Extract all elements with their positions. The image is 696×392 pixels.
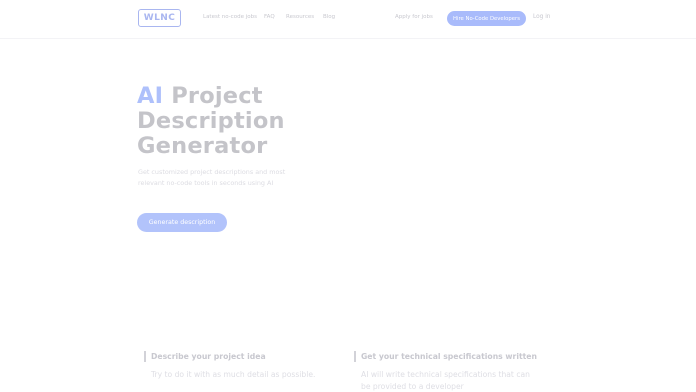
step-indicator — [354, 351, 356, 362]
step-title: Get your technical specifications writte… — [361, 352, 537, 361]
title-word-description: Description — [137, 108, 285, 134]
step-text: AI will write technical specifications t… — [361, 370, 530, 391]
login-link[interactable]: Log in — [533, 14, 550, 20]
title-word-project: Project — [171, 83, 263, 109]
apply-for-jobs-link[interactable]: Apply for jobs — [395, 14, 433, 20]
title-word-generator: Generator — [137, 133, 268, 159]
header-divider — [0, 38, 696, 39]
hero-subtitle: Get customized project descriptions and … — [138, 168, 286, 187]
step-text: Try to do it with as much detail as poss… — [151, 370, 316, 379]
logo[interactable]: WLNC — [138, 9, 181, 27]
step-indicator — [144, 351, 146, 362]
title-accent: AI — [137, 83, 164, 109]
nav-blog[interactable]: Blog — [323, 14, 335, 20]
nav-faq[interactable]: FAQ — [264, 14, 275, 20]
generate-description-button[interactable]: Generate description — [137, 213, 227, 232]
nav-resources[interactable]: Resources — [286, 14, 314, 20]
page-title: AI Project Description Generator — [137, 84, 285, 159]
step-title: Describe your project idea — [151, 352, 266, 361]
nav-latest-jobs[interactable]: Latest no-code jobs — [203, 14, 257, 20]
hire-developers-button[interactable]: Hire No-Code Developers — [447, 11, 526, 26]
